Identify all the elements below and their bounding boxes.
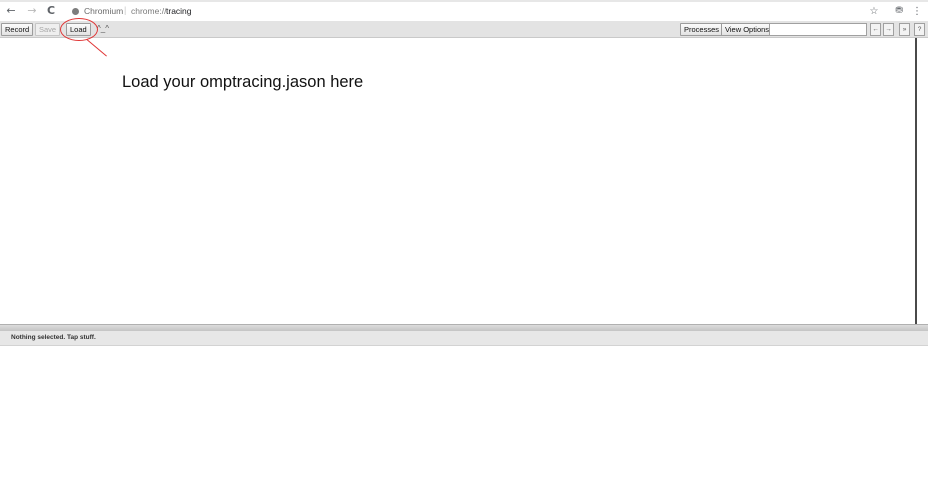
browser-address-bar: ← → C Chromium | chrome:// tracing ☆ ⛃ ⋮ [0, 2, 928, 21]
selection-status-text: Nothing selected. Tap stuff. [11, 334, 96, 341]
tracing-toolbar: Record Save Load ^_^ Processes View Opti… [0, 21, 928, 38]
find-all-button[interactable]: » [899, 23, 910, 36]
save-button[interactable]: Save [35, 23, 61, 36]
url-separator: | [124, 5, 127, 15]
extension-icon[interactable]: ⛃ [893, 5, 905, 18]
kebab-menu-icon[interactable]: ⋮ [911, 5, 923, 18]
site-info-icon[interactable] [72, 8, 79, 15]
url-host[interactable]: tracing [166, 6, 192, 16]
find-next-button[interactable]: → [883, 23, 894, 36]
help-button[interactable]: ? [914, 23, 925, 36]
reload-icon[interactable]: C [44, 4, 58, 18]
processes-button[interactable]: Processes [680, 23, 724, 36]
view-options-button[interactable]: View Options [721, 23, 774, 36]
site-name: Chromium [84, 6, 124, 16]
timeline-scrollbar[interactable] [915, 38, 917, 324]
forward-icon[interactable]: → [25, 4, 39, 18]
url-scheme[interactable]: chrome:// [131, 6, 166, 16]
selection-status-bar: Nothing selected. Tap stuff. [0, 331, 928, 346]
analysis-panel [0, 346, 928, 488]
annotation-circle [60, 18, 98, 41]
find-previous-button[interactable]: ← [870, 23, 881, 36]
easter-egg-face: ^_^ [97, 24, 109, 33]
back-icon[interactable]: ← [4, 4, 18, 18]
search-input[interactable] [769, 23, 867, 36]
bookmark-star-icon[interactable]: ☆ [868, 5, 880, 18]
panel-splitter[interactable] [0, 324, 928, 331]
annotation-text: Load your omptracing.jason here [122, 73, 364, 91]
record-button[interactable]: Record [1, 23, 34, 36]
